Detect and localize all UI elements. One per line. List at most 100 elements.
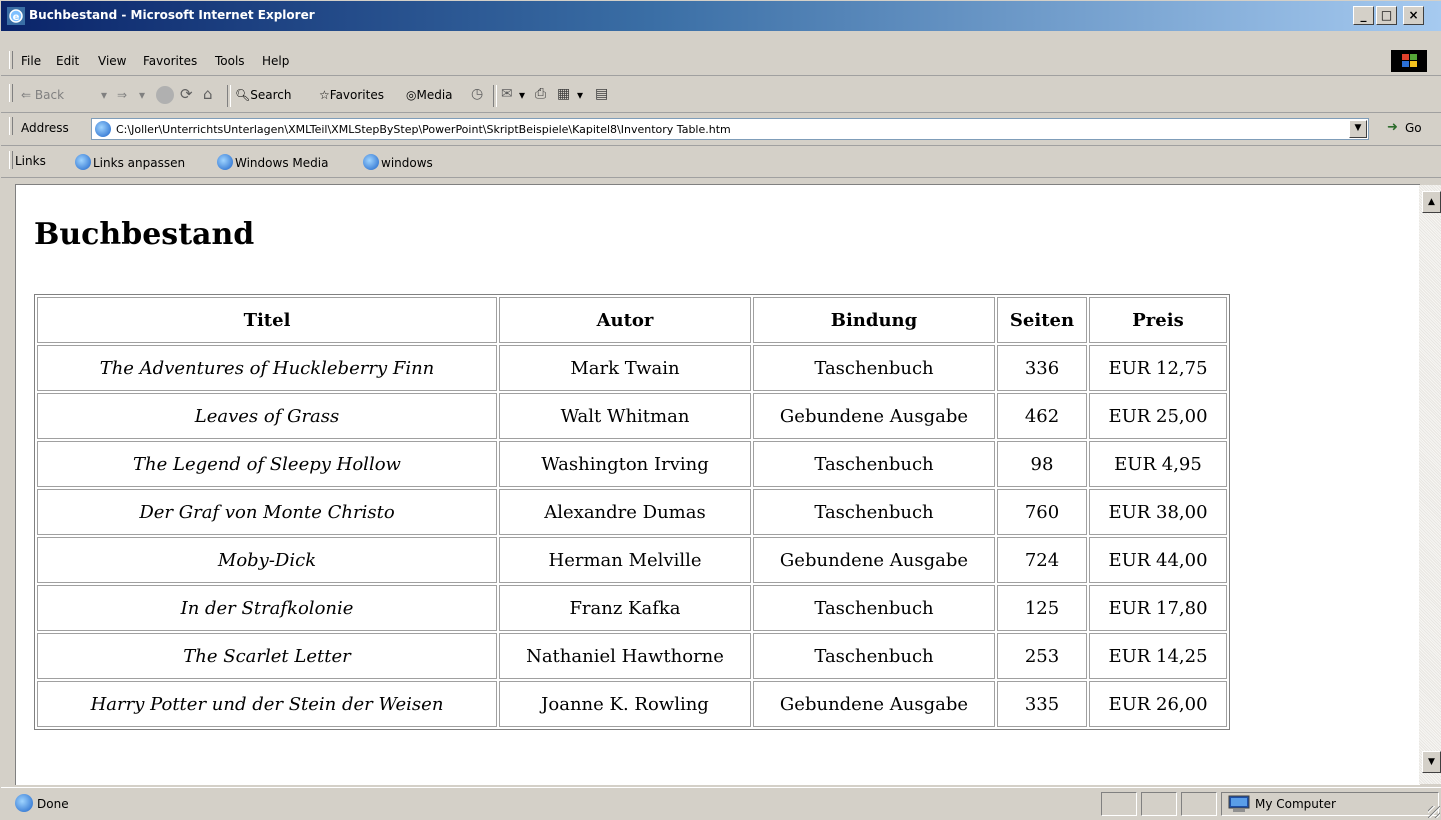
cell-author: Joanne K. Rowling (499, 681, 751, 727)
standard-toolbar: ⇐ Back ▾ ⇒ ▾ ⟳ ⌂ 🔍︎Search ☆Favorites ◎Me… (1, 81, 1441, 113)
links-grip[interactable] (9, 151, 13, 169)
edit-icon[interactable]: ▦ (557, 86, 570, 102)
table-header-row: Titel Autor Bindung Seiten Preis (37, 297, 1227, 343)
close-button[interactable]: × (1403, 6, 1424, 25)
cell-price: EUR 12,75 (1089, 345, 1227, 391)
cell-price: EUR 26,00 (1089, 681, 1227, 727)
cell-author: Mark Twain (499, 345, 751, 391)
cell-author: Washington Irving (499, 441, 751, 487)
search-icon: 🔍︎ (235, 88, 251, 102)
go-button[interactable]: Go (1405, 121, 1422, 135)
address-input[interactable] (116, 119, 1336, 139)
cell-author: Alexandre Dumas (499, 489, 751, 535)
cell-author: Nathaniel Hawthorne (499, 633, 751, 679)
page-heading: Buchbestand (34, 217, 255, 252)
windows-logo-icon (1391, 50, 1427, 72)
cell-title: The Legend of Sleepy Hollow (37, 441, 497, 487)
column-header-titel: Titel (37, 297, 497, 343)
cell-title: Harry Potter und der Stein der Weisen (37, 681, 497, 727)
cell-author: Walt Whitman (499, 393, 751, 439)
toolbar-grip[interactable] (9, 84, 13, 102)
cell-binding: Gebundene Ausgabe (753, 681, 995, 727)
cell-price: EUR 38,00 (1089, 489, 1227, 535)
cell-binding: Taschenbuch (753, 345, 995, 391)
resize-grip-icon[interactable] (1428, 806, 1440, 818)
cell-price: EUR 25,00 (1089, 393, 1227, 439)
cell-price: EUR 14,25 (1089, 633, 1227, 679)
cell-pages: 336 (997, 345, 1087, 391)
status-bar: Done My Computer (1, 787, 1441, 820)
link-windows-media[interactable]: Windows Media (217, 154, 328, 170)
column-header-autor: Autor (499, 297, 751, 343)
stop-icon[interactable] (156, 86, 174, 104)
go-arrow-icon[interactable]: ➜ (1387, 120, 1398, 135)
cell-author: Herman Melville (499, 537, 751, 583)
cell-title: In der Strafkolonie (37, 585, 497, 631)
cell-pages: 462 (997, 393, 1087, 439)
status-pane (1101, 792, 1137, 816)
menu-favorites[interactable]: Favorites (143, 54, 197, 68)
favorites-button[interactable]: ☆Favorites (319, 88, 384, 102)
table-row: Moby-Dick Herman Melville Gebundene Ausg… (37, 537, 1227, 583)
history-icon[interactable]: ◷ (471, 86, 483, 102)
address-dropdown-icon[interactable]: ▼ (1349, 120, 1367, 138)
menu-tools[interactable]: Tools (215, 54, 245, 68)
maximize-button[interactable]: □ (1376, 6, 1397, 25)
cell-binding: Gebundene Ausgabe (753, 537, 995, 583)
print-icon[interactable]: ⎙ (535, 86, 546, 102)
scroll-up-arrow-icon[interactable]: ▲ (1422, 191, 1441, 213)
browser-window: e Buchbestand - Microsoft Internet Explo… (0, 0, 1441, 820)
edit-dropdown-icon[interactable]: ▾ (577, 88, 583, 102)
table-row: Harry Potter und der Stein der Weisen Jo… (37, 681, 1227, 727)
search-button[interactable]: 🔍︎Search (235, 88, 291, 102)
scroll-down-arrow-icon[interactable]: ▼ (1422, 751, 1441, 773)
table-row: Leaves of Grass Walt Whitman Gebundene A… (37, 393, 1227, 439)
ie-link-icon (217, 154, 233, 170)
menu-view[interactable]: View (98, 54, 126, 68)
status-text: Done (37, 797, 69, 811)
menu-grip[interactable] (9, 51, 13, 69)
refresh-icon[interactable]: ⟳ (180, 85, 193, 103)
toolbar-separator (227, 85, 231, 107)
home-icon[interactable]: ⌂ (203, 85, 213, 103)
forward-arrow-icon[interactable]: ⇒ (117, 88, 127, 102)
vertical-scrollbar[interactable]: ▲ ▼ (1419, 185, 1441, 784)
cell-author: Franz Kafka (499, 585, 751, 631)
address-grip[interactable] (9, 117, 13, 135)
cell-price: EUR 17,80 (1089, 585, 1227, 631)
mail-dropdown-icon[interactable]: ▾ (519, 88, 525, 102)
back-button[interactable]: ⇐ Back (21, 88, 64, 102)
column-header-seiten: Seiten (997, 297, 1087, 343)
menu-bar: File Edit View Favorites Tools Help (1, 48, 1441, 76)
cell-binding: Taschenbuch (753, 585, 995, 631)
menu-edit[interactable]: Edit (56, 54, 79, 68)
menu-help[interactable]: Help (262, 54, 289, 68)
back-arrow-icon: ⇐ (21, 88, 32, 102)
cell-binding: Taschenbuch (753, 489, 995, 535)
minimize-button[interactable]: _ (1353, 6, 1374, 25)
ie-link-icon (75, 154, 91, 170)
forward-dropdown-icon[interactable]: ▾ (139, 88, 145, 102)
table-row: The Legend of Sleepy Hollow Washington I… (37, 441, 1227, 487)
cell-price: EUR 4,95 (1089, 441, 1227, 487)
cell-pages: 125 (997, 585, 1087, 631)
internet-explorer-icon: e (7, 7, 25, 25)
ie-link-icon (363, 154, 379, 170)
title-bar[interactable]: e Buchbestand - Microsoft Internet Explo… (1, 1, 1441, 31)
discuss-icon[interactable]: ▤ (595, 86, 608, 102)
page-icon (95, 121, 111, 137)
menu-file[interactable]: File (21, 54, 41, 68)
back-dropdown-icon[interactable]: ▾ (101, 88, 107, 102)
mail-icon[interactable]: ✉ (501, 86, 513, 102)
media-button[interactable]: ◎Media (406, 88, 453, 102)
link-links-anpassen[interactable]: Links anpassen (75, 154, 185, 170)
cell-binding: Taschenbuch (753, 441, 995, 487)
link-windows[interactable]: windows (363, 154, 433, 170)
cell-title: Leaves of Grass (37, 393, 497, 439)
status-page-icon (15, 794, 33, 812)
address-label: Address (21, 121, 69, 135)
address-field[interactable]: ▼ (91, 118, 1369, 140)
table-row: Der Graf von Monte Christo Alexandre Dum… (37, 489, 1227, 535)
cell-title: The Scarlet Letter (37, 633, 497, 679)
cell-pages: 98 (997, 441, 1087, 487)
